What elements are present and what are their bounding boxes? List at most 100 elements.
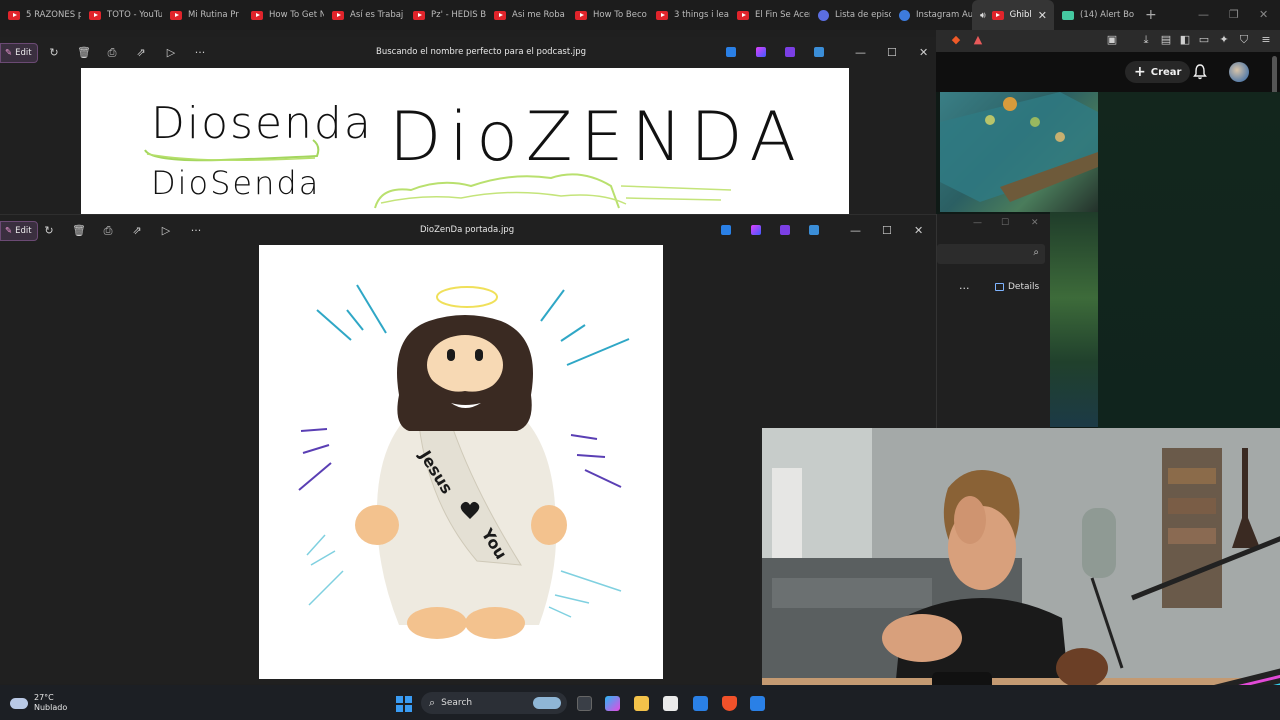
browser-tab[interactable]: El Fin Se Acer (729, 0, 810, 30)
edit-icon: ✎ (5, 48, 13, 58)
details-button[interactable]: Details (995, 282, 1039, 292)
copilot-icon[interactable] (756, 47, 766, 57)
edit-icon: ✎ (5, 226, 13, 236)
close-icon[interactable]: ✕ (919, 46, 928, 59)
leo-ai-icon[interactable]: ✦ (1218, 34, 1230, 46)
onedrive-icon[interactable] (809, 225, 819, 235)
new-tab-icon[interactable]: + (1135, 7, 1167, 23)
browser-tab[interactable]: Asi me Roba (486, 0, 567, 30)
browser-toolbar: ◆ ▲ ▣ ⤓ ▤ ◧ ▭ ✦ ⛉ ≡ (936, 30, 1280, 52)
explorer-minimize-icon[interactable]: — (973, 218, 982, 228)
close-tab-icon[interactable]: ✕ (1038, 9, 1047, 22)
browser-tab-label: Así es Trabaj (350, 10, 404, 20)
brave-rewards-icon[interactable]: ▲ (972, 34, 984, 46)
designer-icon[interactable] (726, 47, 736, 57)
browser-tab[interactable]: Mi Rutina Pr (162, 0, 243, 30)
edit-button[interactable]: ✎ Edit (0, 221, 38, 241)
browser-tab[interactable]: Instagram Au (891, 0, 972, 30)
video-thumbnail-secondary[interactable] (1050, 212, 1098, 427)
browser-tab-label: Pz' - HEDIS B (431, 10, 486, 20)
panel-icon[interactable]: ◧ (1179, 34, 1191, 46)
youtube-icon (575, 10, 587, 20)
app-taskbar-icon[interactable] (750, 696, 765, 711)
copilot-icon[interactable] (751, 225, 761, 235)
browser-tab[interactable]: (14) Alert Bo (1054, 0, 1135, 30)
minimize-icon[interactable]: — (855, 46, 866, 59)
browser-maximize-icon[interactable]: ❐ (1229, 8, 1239, 21)
weather-widget[interactable]: 27°C Nublado (10, 693, 67, 713)
slideshow-icon[interactable]: ▷ (160, 225, 172, 237)
browser-tab[interactable]: How To Beco (567, 0, 648, 30)
delete-icon[interactable]: 🗑︎ (77, 47, 91, 59)
browser-tab[interactable]: 🔊︎ Ghibl ✕ (972, 0, 1054, 30)
maximize-icon[interactable]: ☐ (882, 224, 892, 237)
explorer-search-field[interactable]: ⌕ (937, 244, 1045, 264)
copilot-taskbar-icon[interactable] (605, 696, 620, 711)
youtube-page-area (1098, 92, 1280, 432)
details-button-label: Details (1008, 282, 1040, 292)
taskbar-search-field[interactable]: ⌕ Search (421, 692, 567, 714)
browser-close-icon[interactable]: ✕ (1259, 8, 1268, 21)
browser-tab[interactable]: Lista de episo (810, 0, 891, 30)
windows-start-icon[interactable] (396, 696, 412, 712)
browser-tab[interactable]: How To Get N (243, 0, 324, 30)
delete-icon[interactable]: 🗑︎ (72, 225, 86, 237)
edit-button-label: Edit (15, 48, 32, 58)
edit-button[interactable]: ✎ Edit (0, 43, 38, 63)
notifications-bell-icon[interactable] (1193, 64, 1207, 80)
designer-icon[interactable] (721, 225, 731, 235)
outlook-taskbar-icon[interactable] (693, 696, 708, 711)
alert-icon (1062, 10, 1074, 20)
browser-tab-label: 3 things i lea (674, 10, 729, 20)
explorer-close-icon[interactable]: ✕ (1031, 218, 1039, 228)
browser-tab[interactable]: 5 RAZONES p (0, 0, 81, 30)
youtube-icon (656, 10, 668, 20)
browser-tab[interactable]: Pz' - HEDIS B (405, 0, 486, 30)
wallet-icon[interactable]: ▭ (1198, 34, 1210, 46)
vpn-shield-icon[interactable]: ⛉ (1238, 34, 1250, 46)
more-options-icon[interactable]: ··· (190, 225, 202, 237)
file-explorer-taskbar-icon[interactable] (634, 696, 649, 711)
download-icon[interactable]: ⤓ (1140, 34, 1152, 46)
share-icon[interactable]: ⇗ (131, 225, 143, 237)
print-icon[interactable]: ⎙ (102, 225, 114, 237)
search-icon: ⌕ (1033, 247, 1039, 258)
close-icon[interactable]: ✕ (914, 224, 923, 237)
explorer-maximize-icon[interactable]: ☐ (1001, 218, 1009, 228)
bookmark-icon[interactable]: ▤ (1160, 34, 1172, 46)
browser-tab[interactable]: Así es Trabaj (324, 0, 405, 30)
share-icon[interactable]: ⇗ (135, 47, 147, 59)
create-button[interactable]: + Crear (1125, 61, 1191, 83)
onedrive-icon[interactable] (814, 47, 824, 57)
task-view-icon[interactable] (577, 696, 592, 711)
sidebar-toggle-icon[interactable]: ▣ (1106, 34, 1118, 46)
browser-tab-label: (14) Alert Bo (1080, 10, 1135, 20)
podcast-icon (818, 9, 829, 21)
more-options-icon[interactable]: ··· (959, 282, 970, 295)
rotate-icon[interactable]: ↻ (43, 225, 55, 237)
browser-tab-label: 5 RAZONES p (26, 10, 81, 20)
more-options-icon[interactable]: ··· (194, 47, 206, 59)
browser-tab[interactable]: 3 things i lea (648, 0, 729, 30)
search-highlight-icon (533, 697, 561, 709)
store-taskbar-icon[interactable] (663, 696, 678, 711)
brave-shield-icon[interactable]: ◆ (950, 34, 962, 46)
browser-minimize-icon[interactable]: — (1198, 8, 1209, 21)
user-avatar[interactable] (1229, 62, 1249, 82)
brave-taskbar-icon[interactable] (722, 696, 737, 711)
clipchamp-icon[interactable] (780, 225, 790, 235)
minimize-icon[interactable]: — (850, 224, 861, 237)
handwriting-diosenda-alt: DioSenda (151, 164, 320, 202)
browser-tab[interactable]: TOTO - YouTu (81, 0, 162, 30)
image-canvas: Jesus You (259, 245, 663, 679)
rotate-icon[interactable]: ↻ (48, 47, 60, 59)
handwriting-diosenda: Diosenda (151, 98, 373, 149)
browser-menu-icon[interactable]: ≡ (1260, 34, 1272, 46)
video-thumbnail[interactable] (940, 92, 1098, 212)
slideshow-icon[interactable]: ▷ (165, 47, 177, 59)
file-explorer-window: — ☐ ✕ ⌕ ··· (936, 214, 1050, 428)
maximize-icon[interactable]: ☐ (887, 46, 897, 59)
jesus-figure-cover-image: Jesus You (298, 284, 630, 639)
clipchamp-icon[interactable] (785, 47, 795, 57)
print-icon[interactable]: ⎙ (106, 47, 118, 59)
